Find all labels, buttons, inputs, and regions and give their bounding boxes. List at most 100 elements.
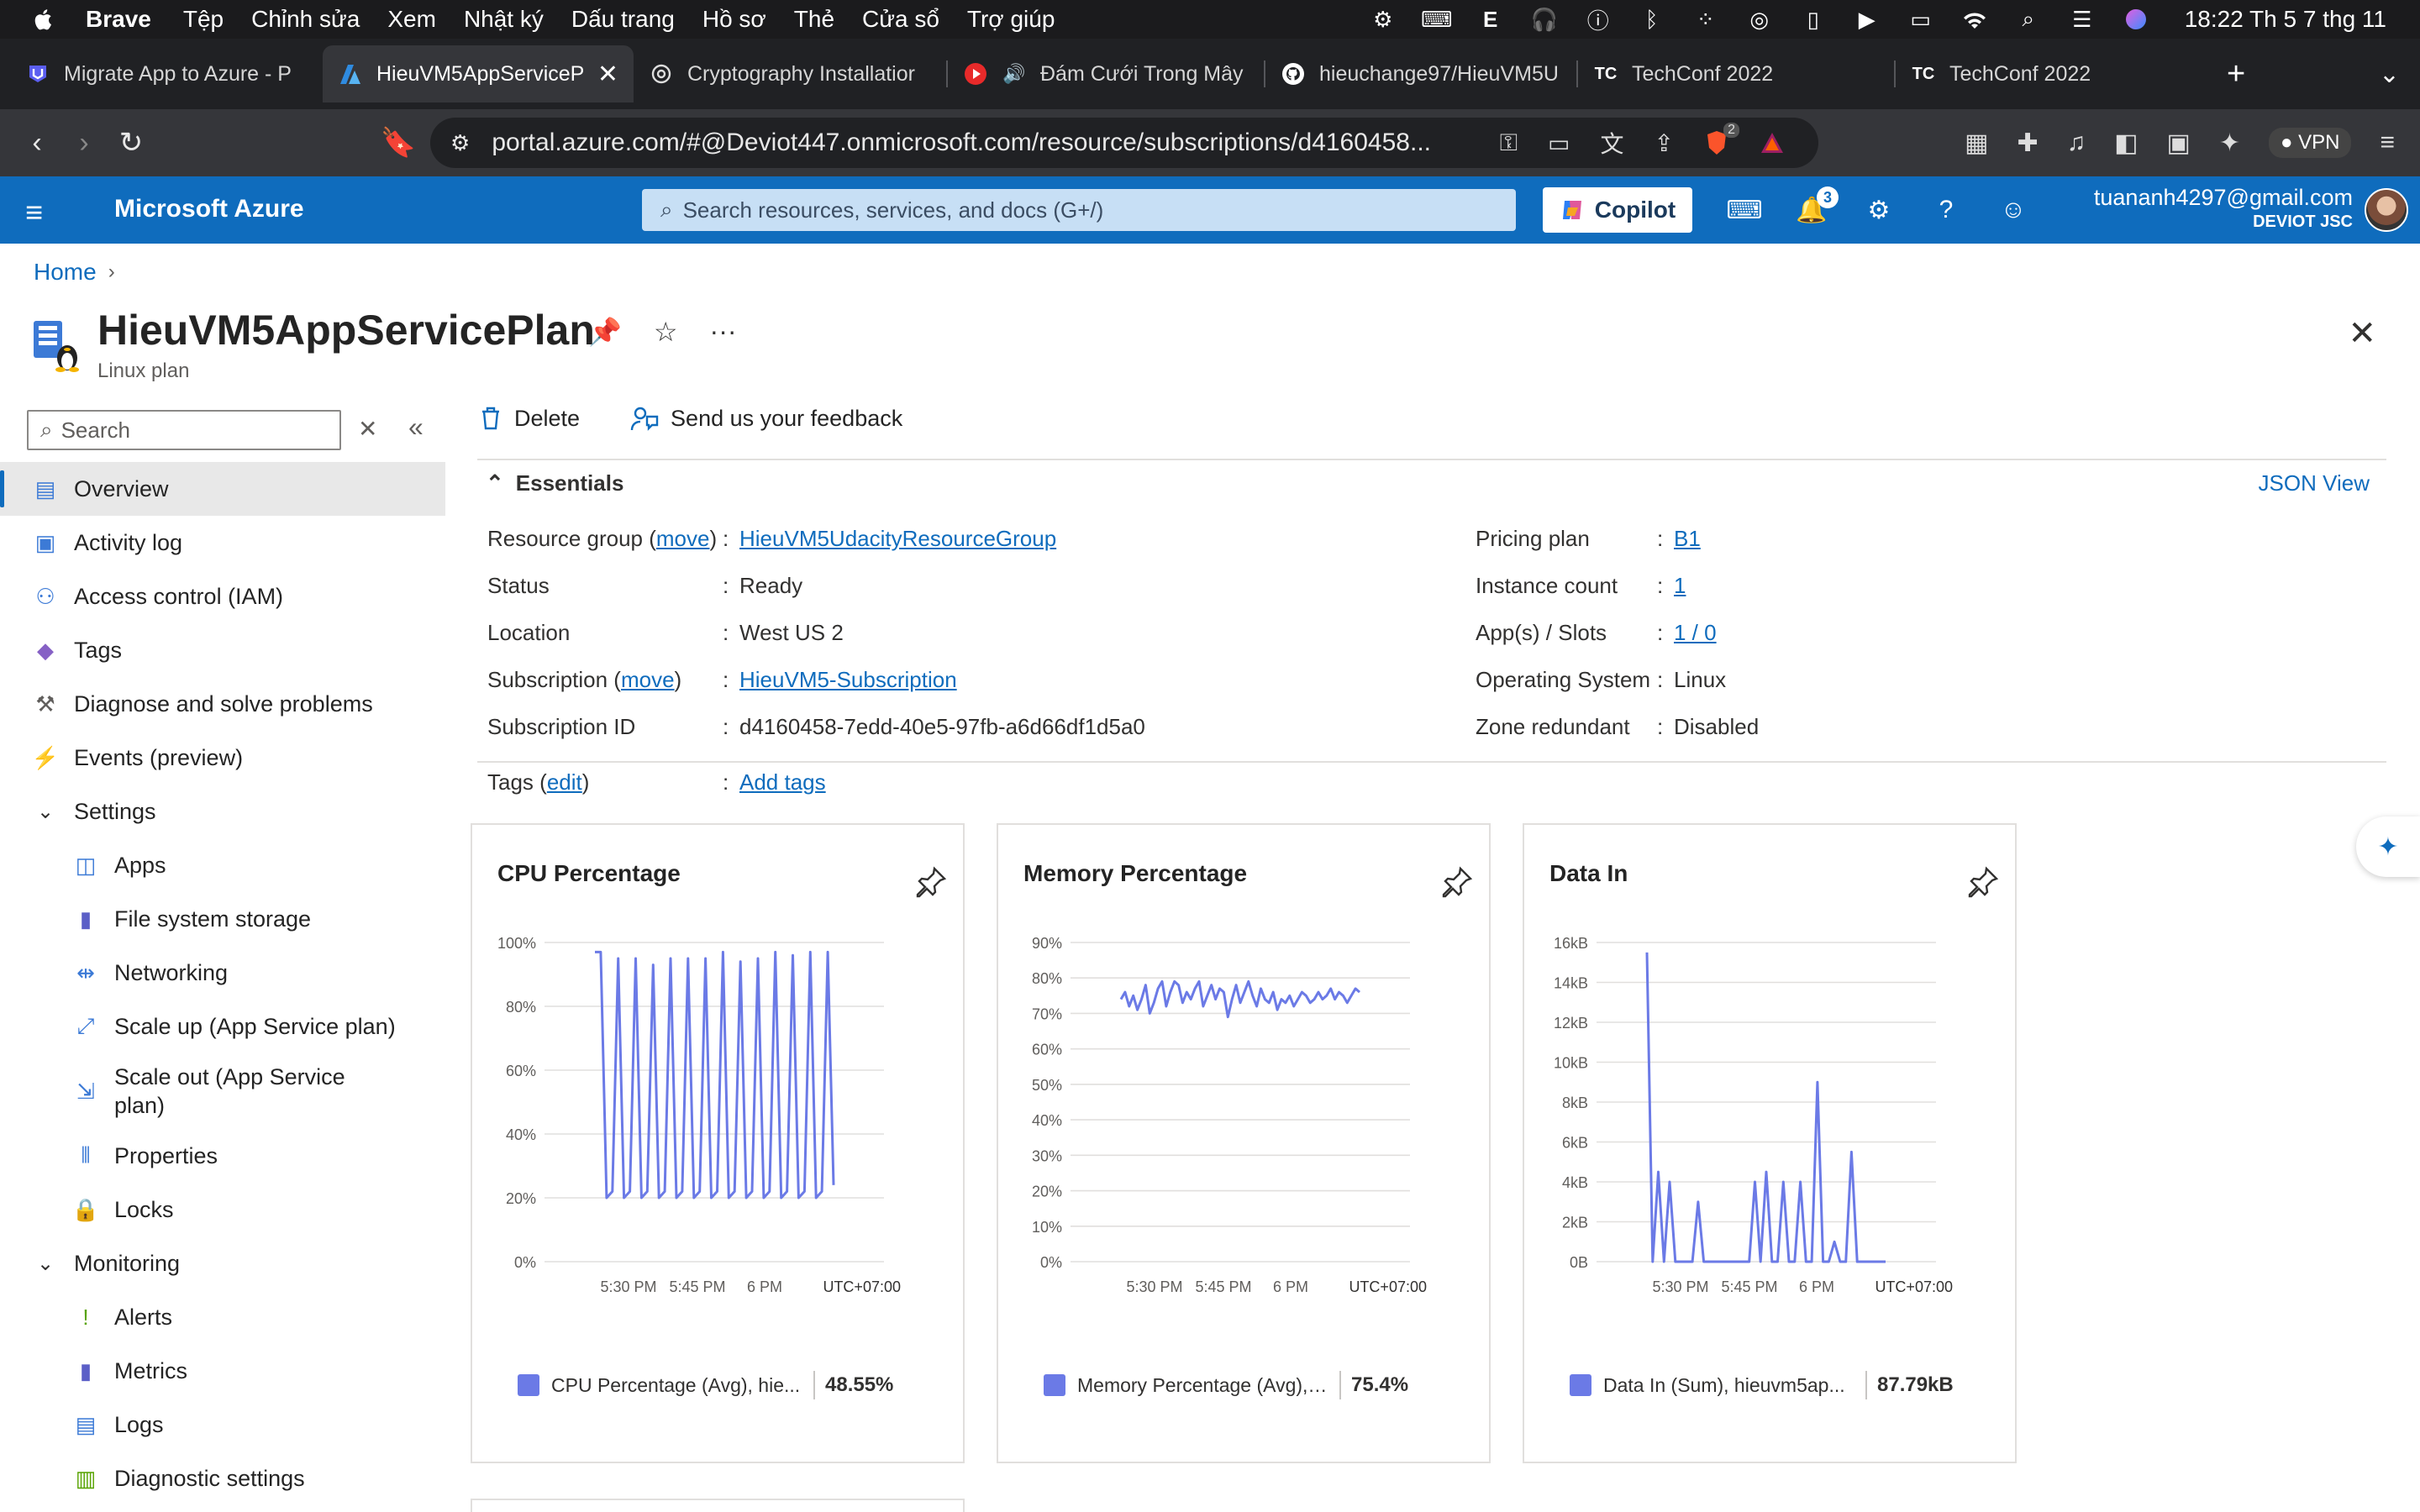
pin-icon[interactable] xyxy=(914,865,948,899)
sidebar-item-overview[interactable]: ▤ Overview xyxy=(0,462,445,516)
tab-techconf-1[interactable]: TC TechConf 2022 xyxy=(1578,45,1894,102)
accessibility-icon[interactable]: ⓘ xyxy=(1583,7,1613,34)
menu-window[interactable]: Cửa sổ xyxy=(862,6,939,33)
edit-tags-link[interactable]: edit xyxy=(547,769,582,795)
sidebar-item-networking[interactable]: ⇹ Networking xyxy=(0,946,445,1000)
menu-edit[interactable]: Chỉnh sửa xyxy=(251,6,360,33)
cast-icon[interactable]: ▭ xyxy=(1548,129,1570,157)
menu-file[interactable]: Tệp xyxy=(183,6,224,33)
sidebar-item-diagnostic-settings[interactable]: ▥ Diagnostic settings xyxy=(0,1452,445,1505)
bluetooth-icon[interactable]: ᛒ xyxy=(1637,7,1667,32)
pin-icon[interactable] xyxy=(1966,865,2000,899)
address-bar[interactable]: ⚙ portal.azure.com/#@Deviot447.onmicroso… xyxy=(430,118,1818,168)
display-icon[interactable]: ⚙ xyxy=(1368,7,1398,32)
json-view-link[interactable]: JSON View xyxy=(2259,470,2370,496)
cloud-shell-icon[interactable]: ⌨ xyxy=(1726,192,1762,228)
speaker-icon[interactable]: 🔊 xyxy=(1002,61,1027,87)
sidebar-item-alerts[interactable]: ! Alerts xyxy=(0,1290,445,1344)
series-line[interactable] xyxy=(1645,952,1886,1263)
browser-menu-icon[interactable]: ≡ xyxy=(2380,129,2395,157)
delete-button[interactable]: Delete xyxy=(479,405,580,432)
battery-icon[interactable]: ▭ xyxy=(1906,7,1936,32)
apps-slots-link[interactable]: 1 / 0 xyxy=(1674,620,1717,646)
sidebar-item-events-preview[interactable]: ⚡ Events (preview) xyxy=(0,731,445,785)
close-tab-icon[interactable]: ✕ xyxy=(597,60,618,89)
leo-ai-icon[interactable]: ✦ xyxy=(2219,129,2240,158)
memory-chart[interactable]: 0% 10% 20% 30% 40% 50% 60% 70% 80% 90% 5:30 PM 5:45… xyxy=(1015,909,1476,1329)
wallet-icon[interactable]: ▣ xyxy=(2166,129,2190,158)
azure-brand[interactable]: Microsoft Azure xyxy=(114,195,304,223)
pin-icon[interactable] xyxy=(1440,865,1474,899)
site-settings-icon[interactable]: ⚙ xyxy=(450,130,470,156)
close-blade-icon[interactable]: ✕ xyxy=(2348,314,2376,353)
chart-legend[interactable]: Memory Percentage (Avg), h... 75.4% xyxy=(1044,1371,1408,1399)
extension-1-icon[interactable]: ▦ xyxy=(1965,129,1988,158)
phone-icon[interactable]: ▯ xyxy=(1798,7,1828,32)
tab-list-chevron-icon[interactable]: ⌄ xyxy=(2379,60,2400,89)
tab-youtube[interactable]: 🔊 Đám Cưới Trong Mây xyxy=(948,45,1264,102)
pricing-plan-link[interactable]: B1 xyxy=(1674,526,1701,552)
sidebar-item-metrics[interactable]: ▮ Metrics xyxy=(0,1344,445,1398)
reload-icon[interactable]: ↻ xyxy=(108,126,155,160)
account-menu[interactable]: tuananh4297@gmail.com DEVIOT JSC xyxy=(2094,185,2353,232)
feedback-icon[interactable]: ☺ xyxy=(1998,192,2028,228)
brave-rewards-icon[interactable] xyxy=(1760,131,1785,155)
cpu-chart[interactable]: 0% 20% 40% 60% 80% 100% 5:30 PM 5:45 PM 6 PM UTC+… xyxy=(489,909,950,1329)
vpn-button[interactable]: ● VPN xyxy=(2268,128,2352,158)
back-icon[interactable]: ‹ xyxy=(13,127,60,160)
menu-search-input[interactable]: ⌕ Search xyxy=(27,410,341,450)
menu-view[interactable]: Xem xyxy=(387,6,436,33)
menu-tab[interactable]: Thẻ xyxy=(794,6,834,33)
tab-cryptography[interactable]: Cryptography Installatior xyxy=(634,45,946,102)
siri-icon[interactable] xyxy=(2121,7,2151,32)
sidebar-item-file-system-storage[interactable]: ▮ File system storage xyxy=(0,892,445,946)
menu-history[interactable]: Nhật ký xyxy=(464,6,544,33)
tab-app-service-plan[interactable]: HieuVM5AppServicePl ✕ xyxy=(323,45,634,102)
key-icon[interactable]: ⚿ xyxy=(1500,129,1518,157)
sidebar-item-diagnose-and-solve-problems[interactable]: ⚒ Diagnose and solve problems xyxy=(0,677,445,731)
chart-legend[interactable]: CPU Percentage (Avg), hie... 48.55% xyxy=(518,1371,893,1399)
wifi-icon[interactable] xyxy=(1960,7,1990,32)
sidebar-item-logs[interactable]: ▤ Logs xyxy=(0,1398,445,1452)
move-subscription-link[interactable]: move xyxy=(621,667,675,692)
memory-percentage-tile[interactable]: Memory Percentage 0% 10% 20% 30% 40% 50% 60% 70… xyxy=(997,823,1491,1463)
extensions-icon[interactable]: ✚ xyxy=(2017,129,2038,158)
sidebar-item-locks[interactable]: 🔒 Locks xyxy=(0,1183,445,1236)
tab-github[interactable]: hieuchange97/HieuVM5U xyxy=(1265,45,1576,102)
avatar[interactable] xyxy=(2365,188,2408,232)
sidebar-item-properties[interactable]: ⦀ Properties xyxy=(0,1129,445,1183)
settings-gear-icon[interactable]: ⚙ xyxy=(1864,192,1894,228)
sidebar-item-tags[interactable]: ◆ Tags xyxy=(0,623,445,677)
forward-icon[interactable]: › xyxy=(60,127,108,160)
sidebar-item-monitoring[interactable]: ⌄ Monitoring xyxy=(0,1236,445,1290)
sidebar-item-scale-out-app-service-plan[interactable]: ⇲ Scale out (App Service plan) xyxy=(0,1053,445,1129)
control-center-icon[interactable]: ☰ xyxy=(2067,7,2097,32)
help-icon[interactable]: ? xyxy=(1931,192,1961,228)
series-line[interactable] xyxy=(1119,979,1360,1019)
sidebar-item-scale-up-app-service-plan[interactable]: ⤢ Scale up (App Service plan) xyxy=(0,1000,445,1053)
sidebar-item-access-control-iam[interactable]: ⚇ Access control (IAM) xyxy=(0,570,445,623)
copilot-button[interactable]: Copilot xyxy=(1543,187,1692,233)
translate-icon[interactable]: 文 xyxy=(1601,126,1624,160)
loading-icon[interactable]: ⁘ xyxy=(1691,7,1721,32)
notifications-icon[interactable]: 🔔 3 xyxy=(1796,186,1839,228)
sidebar-item-settings[interactable]: ⌄ Settings xyxy=(0,785,445,838)
headphones-icon[interactable]: 🎧 xyxy=(1529,7,1560,32)
new-tab-button[interactable]: + xyxy=(2227,56,2245,92)
airdrop-icon[interactable]: ◎ xyxy=(1744,7,1775,32)
data-in-chart[interactable]: 0B 2kB 4kB 6kB 8kB 10kB 12kB 14kB 16kB 5:30 PM 5:4… xyxy=(1541,909,2002,1329)
copilot-assist-icon[interactable]: ✦ xyxy=(2356,816,2420,877)
menu-bookmarks[interactable]: Dấu trang xyxy=(571,6,675,33)
resource-group-link[interactable]: HieuVM5UdacityResourceGroup xyxy=(739,526,1056,552)
essentials-toggle[interactable]: ⌃ Essentials xyxy=(486,470,623,496)
brave-shield-icon[interactable]: 2 xyxy=(1704,123,1739,156)
app-name[interactable]: Brave xyxy=(86,6,151,33)
more-options-icon[interactable]: ··· xyxy=(710,316,737,348)
cpu-percentage-tile[interactable]: CPU Percentage 0% 20% 40% 60% 80% 100% 5:30 PM… xyxy=(471,823,965,1463)
play-icon[interactable]: ▶ xyxy=(1852,7,1882,32)
keyboard-icon[interactable]: ⌨ xyxy=(1421,7,1453,32)
apple-icon[interactable] xyxy=(32,6,57,33)
data-in-tile[interactable]: Data In 0B 2kB 4kB 6kB 8kB 10kB 12kB 14kB 16kB 5:… xyxy=(1523,823,2017,1463)
sidebar-item-apps[interactable]: ◫ Apps xyxy=(0,838,445,892)
search-icon[interactable]: ⌕ xyxy=(2013,6,2044,32)
